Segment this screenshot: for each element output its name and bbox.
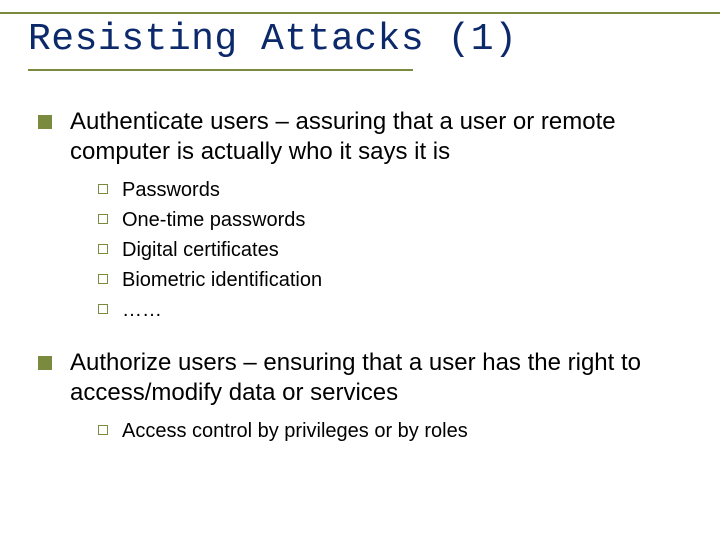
list-item: One-time passwords [98, 207, 692, 234]
rule-bottom [28, 69, 413, 71]
square-bullet-icon [38, 356, 52, 370]
list-item-text: Biometric identification [122, 267, 322, 294]
hollow-square-bullet-icon [98, 244, 108, 254]
list-item-text: Authorize users – ensuring that a user h… [70, 348, 692, 408]
list-item-text: Authenticate users – assuring that a use… [70, 107, 692, 167]
list-item: …… [98, 297, 692, 324]
slide-title: Resisting Attacks (1) [28, 18, 692, 67]
list-item-text: Passwords [122, 177, 220, 204]
list-item: Authorize users – ensuring that a user h… [38, 348, 692, 408]
rule-top [0, 12, 720, 14]
title-area: Resisting Attacks (1) [28, 18, 692, 71]
hollow-square-bullet-icon [98, 425, 108, 435]
list-item: Digital certificates [98, 237, 692, 264]
square-bullet-icon [38, 115, 52, 129]
list-item: Authenticate users – assuring that a use… [38, 107, 692, 167]
hollow-square-bullet-icon [98, 274, 108, 284]
sublist: Access control by privileges or by roles [98, 418, 692, 445]
hollow-square-bullet-icon [98, 214, 108, 224]
list-item: Passwords [98, 177, 692, 204]
list-item-text: Access control by privileges or by roles [122, 418, 468, 445]
list-item-text: …… [122, 297, 162, 324]
list-item-text: One-time passwords [122, 207, 305, 234]
hollow-square-bullet-icon [98, 184, 108, 194]
sublist: Passwords One-time passwords Digital cer… [98, 177, 692, 324]
list-item: Access control by privileges or by roles [98, 418, 692, 445]
hollow-square-bullet-icon [98, 304, 108, 314]
list-item: Biometric identification [98, 267, 692, 294]
list-item-text: Digital certificates [122, 237, 279, 264]
content-area: Authenticate users – assuring that a use… [28, 107, 692, 445]
slide: Resisting Attacks (1) Authenticate users… [0, 0, 720, 540]
